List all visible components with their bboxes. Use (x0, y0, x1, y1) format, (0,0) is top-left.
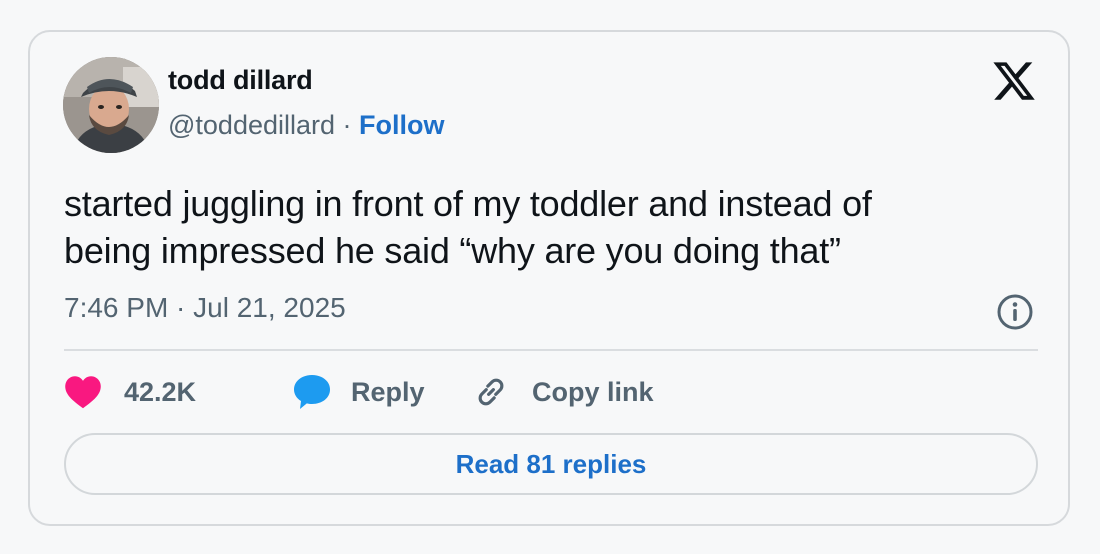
author-handle-row: @toddedillard · Follow (168, 110, 445, 141)
author-handle[interactable]: @toddedillard (168, 110, 335, 140)
avatar[interactable] (63, 57, 159, 153)
copy-link-button[interactable]: Copy link (472, 372, 654, 412)
x-logo-icon[interactable] (991, 58, 1037, 104)
divider (64, 349, 1038, 351)
like-button[interactable]: 42.2K (64, 372, 254, 412)
read-replies-button[interactable]: Read 81 replies (64, 433, 1038, 495)
tweet-card: todd dillard @toddedillard · Follow star… (28, 30, 1070, 526)
tweet-text-line-1: started juggling in front of my toddler … (64, 183, 872, 224)
tweet-text-line-2: being impressed he said “why are you doi… (64, 230, 841, 271)
speech-bubble-icon (294, 375, 330, 409)
copy-link-label: Copy link (532, 376, 654, 407)
handle-separator: · (335, 110, 360, 140)
info-icon[interactable] (996, 293, 1034, 331)
link-icon (478, 378, 504, 406)
reply-button[interactable]: Reply (292, 372, 425, 412)
tweet-text: started juggling in front of my toddler … (64, 180, 1024, 274)
like-count: 42.2K (124, 376, 197, 407)
follow-button[interactable]: Follow (359, 110, 444, 140)
reply-label: Reply (351, 376, 425, 407)
author-name[interactable]: todd dillard (168, 65, 313, 96)
tweet-timestamp[interactable]: 7:46 PM · Jul 21, 2025 (64, 292, 346, 324)
heart-icon (65, 376, 101, 409)
